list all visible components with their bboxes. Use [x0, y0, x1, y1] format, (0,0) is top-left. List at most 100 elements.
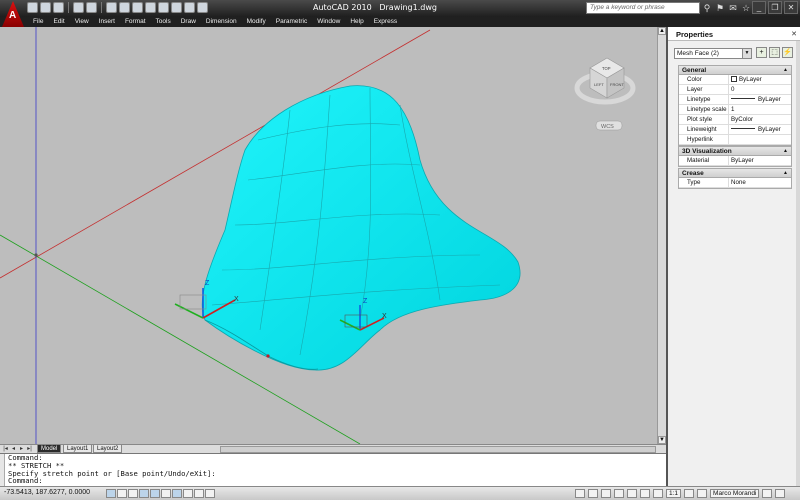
toolbar-lock-icon[interactable] [762, 489, 773, 498]
save-icon[interactable] [53, 2, 64, 13]
collapse-icon[interactable]: ▲ [783, 66, 788, 75]
quick-view-layouts-icon[interactable] [588, 489, 598, 498]
palette-side-strip[interactable] [796, 41, 800, 486]
menu-item-view[interactable]: View [70, 17, 94, 27]
property-row-color[interactable]: Color ByLayer [679, 75, 791, 85]
menu-item-window[interactable]: Window [312, 17, 345, 27]
mesh-surface[interactable] [201, 85, 521, 371]
property-value[interactable]: ByLayer [729, 125, 791, 134]
property-value[interactable] [729, 135, 791, 144]
menu-item-tools[interactable]: Tools [151, 17, 176, 27]
property-row-linetype-scale[interactable]: Linetype scale 1 [679, 105, 791, 115]
close-icon[interactable]: ✕ [784, 1, 798, 14]
property-row-hyperlink[interactable]: Hyperlink [679, 135, 791, 145]
subscription-icon[interactable]: ⚑ [715, 3, 725, 13]
tab-layout2[interactable]: Layout2 [93, 445, 123, 453]
workspace-switch[interactable]: Marco Morandi [710, 489, 760, 498]
grip-point[interactable] [266, 354, 270, 358]
section-header-crease[interactable]: Crease ▲ [679, 169, 791, 178]
favorites-icon[interactable]: ☆ [741, 3, 751, 13]
menu-item-modify[interactable]: Modify [242, 17, 271, 27]
quick-view-drawings-icon[interactable] [601, 489, 611, 498]
application-menu-button[interactable]: A [2, 1, 24, 27]
collapse-icon[interactable]: ▲ [783, 147, 788, 156]
property-row-linetype[interactable]: Linetype ByLayer [679, 95, 791, 105]
last-tab-icon[interactable]: ▸| [26, 445, 33, 453]
property-row-plot-style[interactable]: Plot style ByColor [679, 115, 791, 125]
palette-close-icon[interactable]: ✕ [791, 30, 797, 38]
annotation-visibility-icon[interactable] [684, 489, 695, 498]
chevron-down-icon[interactable]: ▼ [742, 49, 751, 58]
ortho-mode-icon[interactable] [128, 489, 138, 498]
menu-item-file[interactable]: File [28, 17, 48, 27]
polar-tracking-icon[interactable] [139, 489, 149, 498]
model-space-canvas[interactable]: Z X Z X TOP LEFT FRONT WCS [0, 27, 666, 444]
zoom-window-icon[interactable] [145, 2, 156, 13]
property-value[interactable]: ByLayer [729, 95, 791, 104]
zoom-previous-icon[interactable] [158, 2, 169, 13]
drawing-viewport[interactable]: Z X Z X TOP LEFT FRONT WCS [0, 27, 666, 444]
toolbar-dropdown-icon[interactable] [197, 2, 208, 13]
new-file-icon[interactable] [27, 2, 38, 13]
menu-item-dimension[interactable]: Dimension [201, 17, 242, 27]
communication-center-icon[interactable]: ✉ [728, 3, 738, 13]
clean-screen-icon[interactable] [775, 489, 786, 498]
grid-display-icon[interactable] [117, 489, 127, 498]
command-window-grip[interactable] [0, 454, 5, 487]
coordinate-readout[interactable]: -73.5413, 187.6277, 0.0000 [4, 489, 90, 496]
pan-icon[interactable] [614, 489, 624, 498]
prev-tab-icon[interactable]: ◂ [10, 445, 17, 453]
menu-item-express[interactable]: Express [369, 17, 402, 27]
design-center-icon[interactable] [184, 2, 195, 13]
quick-select-icon[interactable]: ⚡ [782, 47, 793, 58]
snap-mode-icon[interactable] [106, 489, 116, 498]
menu-item-help[interactable]: Help [345, 17, 368, 27]
search-icon[interactable]: ⚲ [702, 3, 712, 13]
redo-icon[interactable] [86, 2, 97, 13]
zoom-icon[interactable] [627, 489, 637, 498]
lineweight-icon[interactable] [194, 489, 204, 498]
dynamic-ucs-icon[interactable] [172, 489, 182, 498]
property-row-material[interactable]: Material ByLayer [679, 156, 791, 166]
collapse-icon[interactable]: ▲ [783, 169, 788, 178]
zoom-realtime-icon[interactable] [132, 2, 143, 13]
property-value[interactable]: ByColor [729, 115, 791, 124]
quick-properties-icon[interactable] [205, 489, 215, 498]
properties-icon[interactable] [171, 2, 182, 13]
object-snap-tracking-icon[interactable] [161, 489, 171, 498]
property-row-lineweight[interactable]: Lineweight ByLayer [679, 125, 791, 135]
showmotion-icon[interactable] [653, 489, 663, 498]
vertical-scrollbar[interactable]: ▲ ▼ [657, 27, 666, 444]
next-tab-icon[interactable]: ▸ [18, 445, 25, 453]
restore-icon[interactable]: ❐ [768, 1, 782, 14]
property-row-type[interactable]: Type None [679, 178, 791, 188]
menu-item-draw[interactable]: Draw [176, 17, 201, 27]
steeringwheels-icon[interactable] [640, 489, 650, 498]
object-snap-icon[interactable] [150, 489, 160, 498]
undo-icon[interactable] [73, 2, 84, 13]
toggle-pickadd-icon[interactable]: + [756, 47, 767, 58]
menu-item-parametric[interactable]: Parametric [271, 17, 312, 27]
menu-item-edit[interactable]: Edit [48, 17, 69, 27]
model-space-icon[interactable] [575, 489, 585, 498]
menu-item-insert[interactable]: Insert [94, 17, 120, 27]
scroll-up-icon[interactable]: ▲ [658, 27, 666, 35]
tab-model[interactable]: Model [37, 445, 62, 453]
command-input-line[interactable]: Command: [0, 477, 666, 485]
open-file-icon[interactable] [40, 2, 51, 13]
horizontal-scrollbar[interactable] [220, 446, 656, 453]
minimize-icon[interactable]: _ [752, 1, 766, 14]
tab-layout1[interactable]: Layout1 [63, 445, 93, 453]
first-tab-icon[interactable]: |◂ [2, 445, 9, 453]
property-value[interactable]: ByLayer [729, 75, 791, 84]
auto-scale-icon[interactable] [697, 489, 708, 498]
plot-icon[interactable] [106, 2, 117, 13]
scroll-down-icon[interactable]: ▼ [658, 436, 666, 444]
selection-dropdown[interactable]: Mesh Face (2) ▼ [674, 48, 752, 59]
help-search-input[interactable]: Type a keyword or phrase [586, 2, 700, 14]
property-value[interactable]: 1 [729, 105, 791, 114]
menu-item-format[interactable]: Format [120, 17, 151, 27]
select-objects-icon[interactable]: ⬚ [769, 47, 780, 58]
viewcube[interactable] [574, 57, 636, 105]
section-header-general[interactable]: General ▲ [679, 66, 791, 75]
